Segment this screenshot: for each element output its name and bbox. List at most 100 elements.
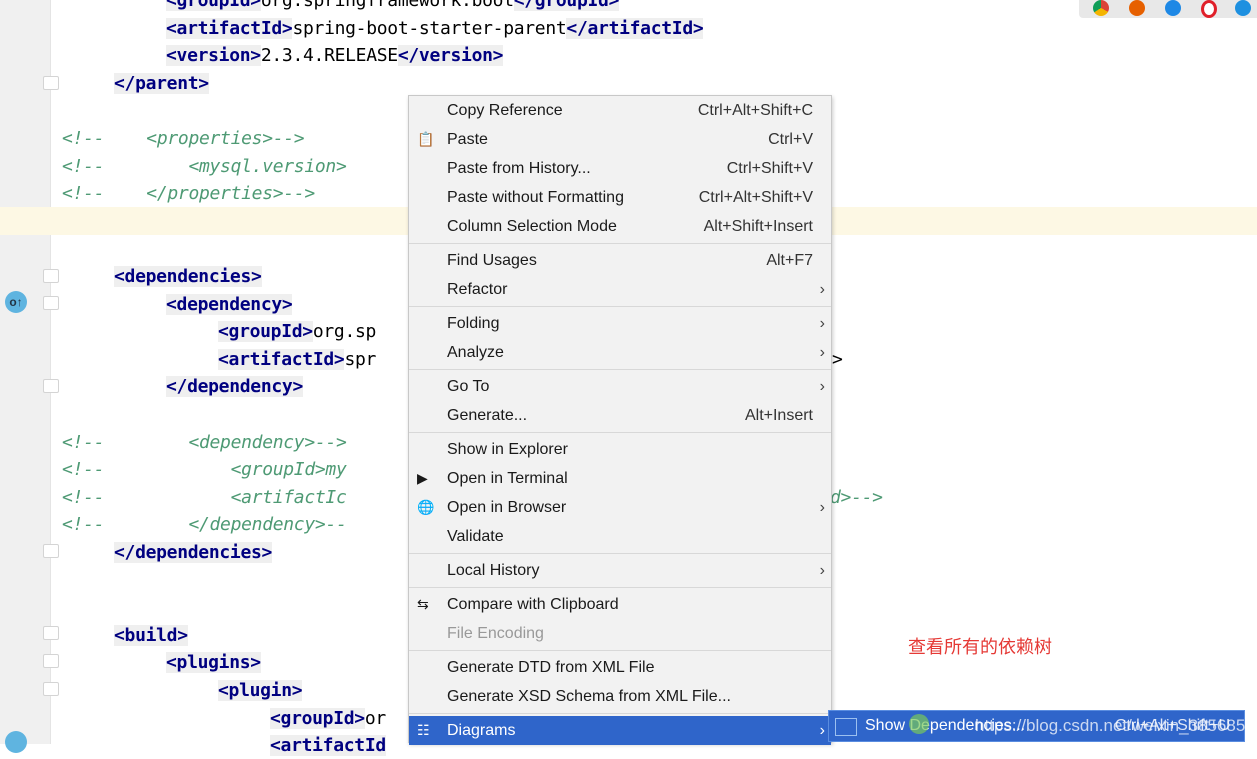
- menu-item-shortcut: Ctrl+V: [768, 131, 813, 148]
- menu-item-label: Open in Terminal: [447, 470, 568, 487]
- menu-separator: [409, 369, 831, 370]
- menu-separator: [409, 587, 831, 588]
- menu-item-generate[interactable]: Generate... Alt+Insert: [409, 401, 831, 430]
- menu-item-open-in-terminal[interactable]: ▶ Open in Terminal: [409, 464, 831, 493]
- menu-item-shortcut: Alt+Shift+Insert: [703, 218, 813, 235]
- browser-icons: [1079, 0, 1257, 18]
- menu-separator: [409, 243, 831, 244]
- code-line: <build>: [114, 622, 188, 649]
- chevron-right-icon: ›: [819, 722, 825, 739]
- menu-separator: [409, 713, 831, 714]
- menu-item-label: Generate...: [447, 407, 528, 424]
- menu-item-analyze[interactable]: Analyze ›: [409, 338, 831, 367]
- menu-item-label: Local History: [447, 562, 540, 579]
- code-token: <!-- </properties>-->: [62, 183, 315, 205]
- code-line: </dependencies>: [114, 539, 272, 566]
- code-token: </parent>: [114, 72, 209, 94]
- code-token: <!-- <artifactIc: [62, 486, 347, 508]
- menu-item-shortcut: Alt+Insert: [744, 407, 813, 424]
- code-line: <!-- </properties>-->: [62, 180, 315, 207]
- menu-item-refactor[interactable]: Refactor ›: [409, 275, 831, 304]
- clipboard-icon: 📋: [417, 131, 435, 147]
- code-token: <plugin>: [218, 680, 303, 701]
- code-token: <!-- <mysql.version>: [62, 155, 347, 177]
- chevron-right-icon: ›: [819, 281, 825, 298]
- menu-item-paste-from-history[interactable]: Paste from History... Ctrl+Shift+V: [409, 154, 831, 183]
- cursor-highlight: [909, 714, 929, 734]
- menu-item-label: Find Usages: [447, 252, 537, 269]
- menu-item-paste-without-formatting[interactable]: Paste without Formatting Ctrl+Alt+Shift+V: [409, 183, 831, 212]
- globe-icon: 🌐: [417, 499, 435, 515]
- override-gutter-icon[interactable]: o↑: [5, 291, 27, 313]
- menu-item-label: Paste: [447, 131, 488, 148]
- fold-icon[interactable]: [43, 626, 59, 640]
- code-line: <version>2.3.4.RELEASE</version>: [166, 42, 504, 69]
- code-fragment: >: [832, 348, 843, 370]
- menu-item-paste[interactable]: 📋 Paste Ctrl+V: [409, 125, 831, 154]
- fold-icon[interactable]: [43, 682, 59, 696]
- code-token: <!-- <properties>-->: [62, 128, 305, 149]
- code-token: <!-- <dependency>-->: [62, 431, 347, 453]
- code-token: or: [364, 707, 386, 729]
- safari-icon[interactable]: [1165, 0, 1181, 16]
- fold-icon[interactable]: [43, 269, 59, 283]
- fold-icon[interactable]: [43, 379, 59, 393]
- code-token: </groupId>: [513, 0, 619, 11]
- menu-item-find-usages[interactable]: Find Usages Alt+F7: [409, 246, 831, 275]
- chrome-icon[interactable]: [1093, 0, 1109, 16]
- menu-item-shortcut: Ctrl+Alt+Shift+V: [698, 189, 813, 206]
- override-gutter-icon[interactable]: [5, 731, 27, 753]
- code-line: <artifactId>spr: [218, 346, 376, 373]
- code-line: </parent>: [114, 70, 209, 97]
- fold-icon[interactable]: [43, 544, 59, 558]
- code-line: <!-- </dependency>--: [62, 511, 347, 538]
- submenu-show-dependencies[interactable]: Show Dependencies... Ctrl+Alt+Shift+U ht…: [828, 710, 1257, 742]
- menu-item-copy-reference[interactable]: Copy Reference Ctrl+Alt+Shift+C: [409, 96, 831, 125]
- code-token: <dependency>: [166, 293, 293, 315]
- code-line: <dependencies>: [114, 263, 262, 290]
- menu-item-open-in-browser[interactable]: 🌐 Open in Browser ›: [409, 493, 831, 522]
- menu-item-label: Generate DTD from XML File: [447, 659, 655, 676]
- chevron-right-icon: ›: [819, 499, 825, 516]
- fold-icon[interactable]: [43, 296, 59, 310]
- menu-item-generate-dtd-from-xml-file[interactable]: Generate DTD from XML File: [409, 653, 831, 682]
- code-line: <groupId>org.springframework.boot</group…: [166, 0, 619, 14]
- code-token: <!-- <groupId>my: [62, 459, 347, 481]
- menu-item-show-in-explorer[interactable]: Show in Explorer: [409, 435, 831, 464]
- code-line: </dependency>: [166, 373, 303, 400]
- menu-separator: [409, 650, 831, 651]
- menu-item-compare-with-clipboard[interactable]: ⇆ Compare with Clipboard: [409, 590, 831, 619]
- code-token: <groupId>: [218, 321, 313, 343]
- chevron-right-icon: ›: [819, 315, 825, 332]
- menu-item-diagrams[interactable]: ☷ Diagrams ›: [409, 716, 831, 745]
- code-line: <groupId>or: [270, 705, 386, 732]
- code-line: <!-- <mysql.version>: [62, 153, 347, 180]
- fold-icon[interactable]: [43, 76, 59, 90]
- menu-separator: [409, 553, 831, 554]
- fold-icon[interactable]: [43, 654, 59, 668]
- code-token: </version>: [397, 45, 504, 67]
- chevron-right-icon: ›: [819, 562, 825, 579]
- menu-item-generate-xsd-schema-from-xml-file[interactable]: Generate XSD Schema from XML File...: [409, 682, 831, 711]
- code-token: org.sp: [312, 321, 377, 343]
- menu-item-validate[interactable]: Validate: [409, 522, 831, 551]
- code-token: <groupId>: [270, 707, 365, 729]
- menu-item-folding[interactable]: Folding ›: [409, 309, 831, 338]
- menu-item-label: Validate: [447, 528, 504, 545]
- menu-item-local-history[interactable]: Local History ›: [409, 556, 831, 585]
- menu-item-file-encoding: File Encoding: [409, 619, 831, 648]
- menu-item-column-selection-mode[interactable]: Column Selection Mode Alt+Shift+Insert: [409, 212, 831, 241]
- firefox-icon[interactable]: [1129, 0, 1145, 16]
- code-token: </artifactId>: [566, 17, 704, 39]
- code-fragment: d>-->: [830, 486, 883, 508]
- menu-item-label: Paste without Formatting: [447, 189, 624, 206]
- menu-item-label: Open in Browser: [447, 499, 567, 516]
- ie-icon[interactable]: [1235, 0, 1251, 16]
- menu-item-label: Folding: [447, 315, 500, 332]
- menu-item-go-to[interactable]: Go To ›: [409, 372, 831, 401]
- code-token: </dependency>: [166, 376, 303, 398]
- code-token: </dependencies>: [114, 542, 273, 563]
- chevron-right-icon: ›: [819, 344, 825, 361]
- opera-icon[interactable]: [1201, 0, 1217, 18]
- menu-item-shortcut: Alt+F7: [766, 252, 813, 269]
